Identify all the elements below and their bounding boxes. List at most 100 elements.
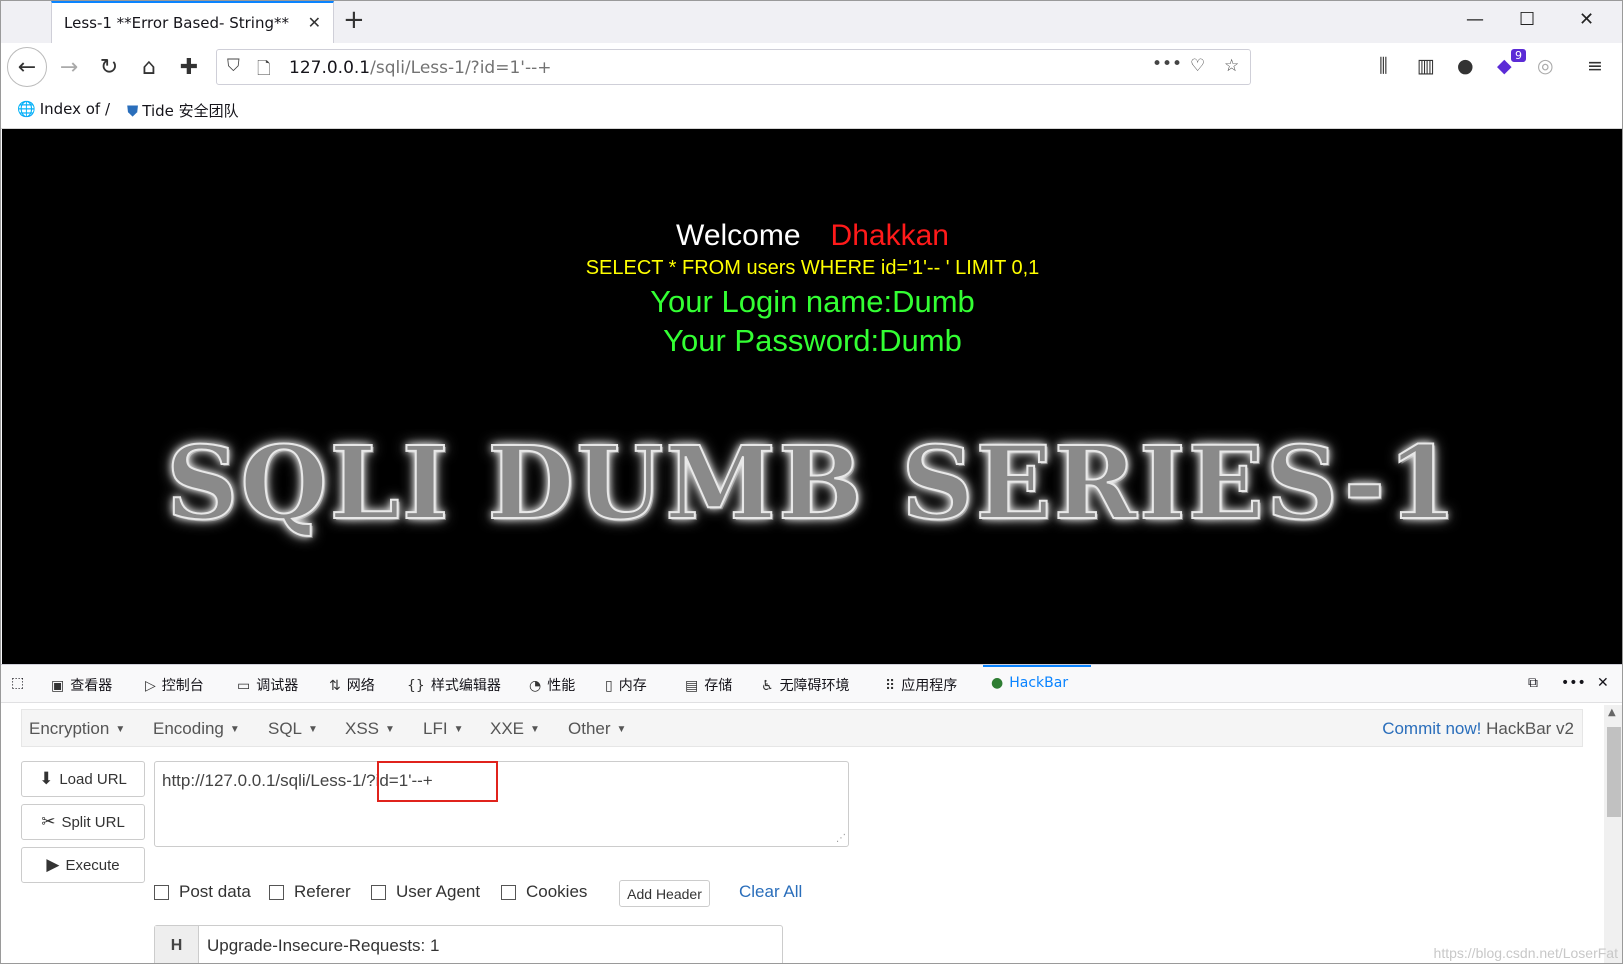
extensions-button[interactable]: ✚: [173, 51, 205, 83]
tab-storage[interactable]: ▤ 存储: [685, 675, 732, 695]
accessibility-icon: ♿: [761, 678, 774, 694]
split-url-button[interactable]: ✂ Split URL: [21, 804, 145, 840]
caret-down-icon: ▼: [530, 724, 540, 736]
minimize-icon[interactable]: —: [1466, 9, 1484, 30]
clear-all-button[interactable]: Clear All: [739, 882, 802, 902]
menu-encoding[interactable]: Encoding ▼: [153, 719, 240, 739]
browser-window: Less-1 **Error Based- String** ✕ + — ☐ ✕…: [0, 0, 1623, 964]
add-header-button[interactable]: Add Header: [619, 880, 710, 907]
active-tab[interactable]: Less-1 **Error Based- String** ✕: [51, 1, 334, 43]
tab-console[interactable]: ▷ 控制台: [145, 675, 204, 695]
pocket-icon[interactable]: ♡: [1190, 56, 1205, 76]
sql-query: SELECT * FROM users WHERE id='1'-- ' LIM…: [585, 257, 1040, 279]
menu-xss[interactable]: XSS ▼: [345, 719, 395, 739]
menu-sql[interactable]: SQL ▼: [268, 719, 318, 739]
execute-button[interactable]: ▶ Execute: [21, 847, 145, 883]
active-tab-indicator: [983, 665, 1091, 667]
welcome-line: Welcome Dhakkan: [676, 219, 949, 252]
username: Dhakkan: [830, 219, 949, 252]
user-agent-option[interactable]: User Agent: [371, 882, 480, 902]
circle-extension-icon[interactable]: ◎: [1537, 55, 1554, 77]
tab-hackbar[interactable]: ● HackBar: [991, 675, 1068, 691]
new-tab-button[interactable]: +: [343, 7, 365, 33]
play-icon: ▶: [46, 855, 60, 874]
tab-memory[interactable]: ▯ 内存: [605, 675, 647, 695]
password: Your Password:Dumb: [663, 323, 962, 358]
reload-button[interactable]: ↻: [93, 51, 125, 83]
referer-checkbox[interactable]: [269, 884, 284, 900]
tab-style-editor[interactable]: {} 样式编辑器: [407, 675, 501, 695]
post-data-checkbox[interactable]: [154, 884, 169, 900]
tab-application[interactable]: ⠿ 应用程序: [885, 675, 957, 695]
close-devtools-icon[interactable]: ✕: [1597, 675, 1609, 691]
forward-arrow-icon: →: [59, 54, 79, 80]
tab-accessibility[interactable]: ♿ 无障碍环境: [761, 675, 850, 695]
cookies-option[interactable]: Cookies: [501, 882, 587, 902]
menu-xxe[interactable]: XXE ▼: [490, 719, 540, 739]
vertical-scrollbar[interactable]: ▲: [1604, 705, 1622, 963]
globe-extension-icon[interactable]: ●: [1457, 55, 1474, 77]
scissors-icon: ✂: [41, 812, 56, 831]
element-picker-icon[interactable]: ⬚: [11, 675, 24, 691]
page-content: Welcome Dhakkan SELECT * FROM users WHERE…: [2, 129, 1622, 664]
tab-title: Less-1 **Error Based- String**: [64, 14, 289, 32]
tab-network[interactable]: ⇅ 网络: [329, 675, 375, 695]
dock-icon[interactable]: ⧉: [1528, 675, 1538, 691]
header-value[interactable]: Upgrade-Insecure-Requests: 1: [207, 936, 439, 956]
gauge-icon: ◔: [529, 678, 542, 694]
referer-option[interactable]: Referer: [269, 882, 351, 902]
url-bar[interactable]: ⛉ 🗋 127.0.0.1/sqli/Less-1/?id=1'--+ ••• …: [216, 49, 1251, 85]
caret-down-icon: ▼: [453, 724, 464, 736]
load-url-button[interactable]: ⬇ Load URL: [21, 761, 145, 797]
library-icon[interactable]: ⫼: [1379, 55, 1388, 77]
bookmark-tide[interactable]: ⛊ Tide 安全团队: [127, 100, 239, 121]
bookmark-star-icon[interactable]: ☆: [1224, 56, 1239, 76]
header-row: H Upgrade-Insecure-Requests: 1: [154, 925, 783, 963]
back-button[interactable]: ←: [7, 47, 47, 87]
network-icon: ⇅: [329, 678, 341, 694]
menu-icon[interactable]: ≡: [1587, 55, 1603, 77]
tab-close-icon[interactable]: ✕: [308, 13, 321, 32]
resize-handle-icon[interactable]: ⋰: [836, 833, 846, 844]
tab-inspector[interactable]: ▣ 查看器: [51, 675, 112, 695]
menu-other[interactable]: Other ▼: [568, 719, 626, 739]
download-cloud-icon: ⬇: [39, 769, 54, 788]
url-text[interactable]: 127.0.0.1/sqli/Less-1/?id=1'--+: [289, 58, 551, 78]
caret-down-icon: ▼: [229, 724, 240, 736]
home-button[interactable]: ⌂: [133, 51, 165, 83]
page-icon: 🗋: [257, 59, 271, 79]
login-name: Your Login name:Dumb: [650, 284, 975, 319]
page-actions-icon[interactable]: •••: [1152, 54, 1182, 74]
braces-icon: {}: [407, 678, 425, 694]
caret-down-icon: ▼: [308, 724, 318, 736]
hackbar-menu: Encryption ▼ Encoding ▼ SQL ▼ XSS ▼ LFI ▼ XXE…: [21, 709, 1583, 747]
post-data-option[interactable]: Post data: [154, 882, 251, 902]
console-icon: ▷: [145, 678, 156, 694]
user-agent-checkbox[interactable]: [371, 884, 386, 900]
scroll-thumb[interactable]: [1607, 727, 1621, 817]
hackbar-extension-icon[interactable]: ◆: [1497, 55, 1512, 77]
devtools-panel: ⬚ ▣ 查看器 ▷ 控制台 ▭ 调试器 ⇅ 网络 {} 样式编辑器 ◔ 性能 ▯ 内存 ▤ 存储…: [1, 664, 1622, 963]
chip-icon: ▯: [605, 678, 613, 694]
puzzle-icon: ✚: [179, 54, 199, 80]
watermark: https://blog.csdn.net/LoserFat: [1433, 945, 1618, 961]
maximize-icon[interactable]: ☐: [1519, 9, 1535, 30]
bookmarks-bar: 🌐 Index of / ⛊ Tide 安全团队: [1, 91, 1622, 129]
forward-button[interactable]: →: [53, 51, 85, 83]
grid-icon: ⠿: [885, 678, 896, 694]
commit-link[interactable]: Commit now!: [1382, 719, 1481, 738]
scroll-up-icon[interactable]: ▲: [1608, 707, 1616, 718]
more-options-icon[interactable]: •••: [1561, 675, 1586, 691]
tab-performance[interactable]: ◔ 性能: [529, 675, 575, 695]
cookies-checkbox[interactable]: [501, 884, 516, 900]
home-icon: ⌂: [142, 54, 156, 80]
caret-down-icon: ▼: [616, 724, 627, 736]
tab-debugger[interactable]: ▭ 调试器: [237, 675, 298, 695]
menu-encryption[interactable]: Encryption ▼: [29, 719, 125, 739]
bookmark-index[interactable]: 🌐 Index of /: [17, 100, 110, 118]
url-textarea[interactable]: http://127.0.0.1/sqli/Less-1/?id=1'--+ ⋰: [154, 761, 849, 847]
window-close-icon[interactable]: ✕: [1579, 9, 1594, 30]
sidebar-icon[interactable]: ▥: [1417, 55, 1435, 77]
menu-lfi[interactable]: LFI ▼: [423, 719, 463, 739]
caret-down-icon: ▼: [115, 724, 126, 736]
